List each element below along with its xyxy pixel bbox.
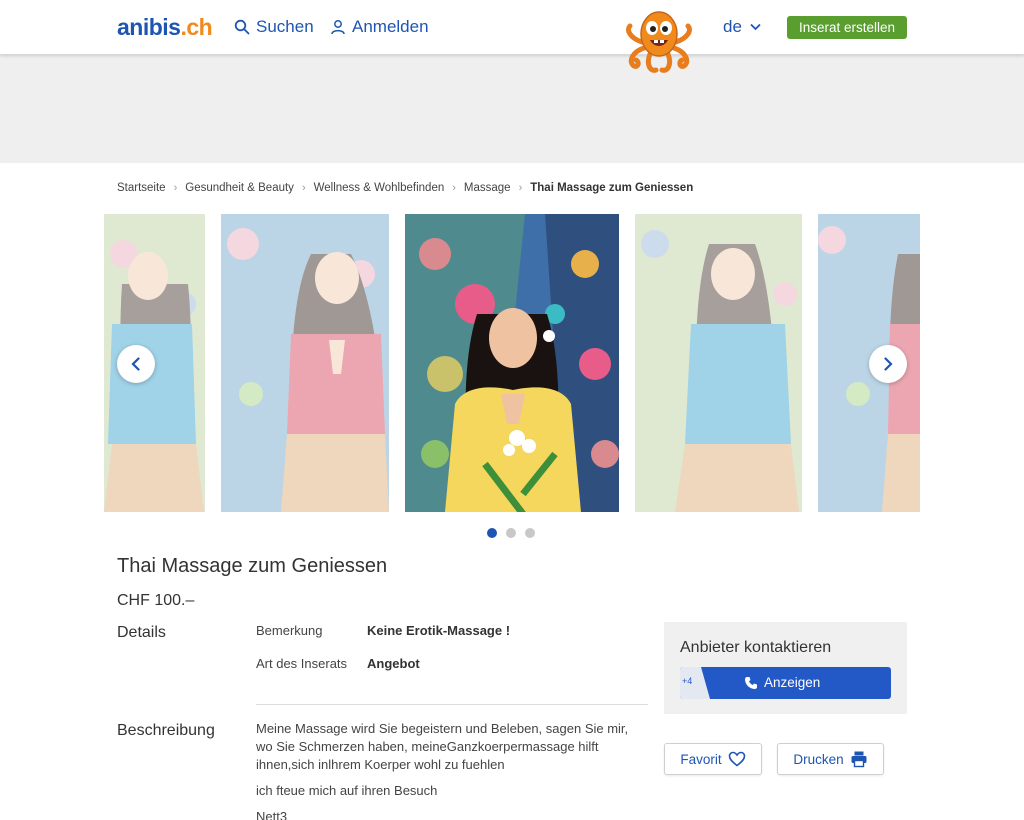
description-paragraph: Nett3 <box>256 809 288 820</box>
top-header: anibis.ch Suchen Anmelden de Inserat ers… <box>0 0 1024 55</box>
gallery-photo[interactable] <box>221 214 389 512</box>
print-button[interactable]: Drucken <box>777 743 884 775</box>
detail-key-remark: Bemerkung <box>256 623 323 638</box>
breadcrumb-home[interactable]: Startseite <box>117 182 166 194</box>
detail-value-listing-type: Angebot <box>367 656 420 671</box>
print-label: Drucken <box>793 751 844 767</box>
octopus-mascot-icon <box>626 11 692 73</box>
details-heading: Details <box>117 624 166 641</box>
description-heading: Beschreibung <box>117 722 215 739</box>
phone-number-peek-text: +4 <box>682 676 693 686</box>
search-label: Suchen <box>256 17 314 36</box>
contact-panel: Anbieter kontaktieren +4 Anzeigen <box>664 622 907 714</box>
breadcrumb-health-beauty[interactable]: Gesundheit & Beauty <box>185 182 294 194</box>
heart-icon <box>728 751 745 767</box>
chevron-right-icon <box>884 357 893 371</box>
phone-icon <box>745 676 757 689</box>
gallery-dot[interactable] <box>506 528 516 538</box>
breadcrumb-separator-icon: › <box>173 182 178 194</box>
breadcrumb-separator-icon: › <box>518 182 523 194</box>
gallery-next-button[interactable] <box>869 345 907 383</box>
detail-value-remark: Keine Erotik-Massage ! <box>367 623 511 638</box>
favorite-button[interactable]: Favorit <box>664 743 762 775</box>
gallery-dot[interactable] <box>525 528 535 538</box>
breadcrumb-separator-icon: › <box>452 182 456 194</box>
show-phone-label-wrap: Anzeigen <box>744 675 820 690</box>
gallery-photo[interactable] <box>635 214 802 512</box>
description-paragraph: Meine Massage wird Sie begeistern und Be… <box>256 721 629 772</box>
gallery-photo-active[interactable] <box>405 214 619 512</box>
breadcrumb-current: Thai Massage zum Geniessen <box>530 182 694 194</box>
login-label: Anmelden <box>352 17 429 36</box>
login-link[interactable]: Anmelden <box>330 17 429 37</box>
search-link[interactable]: Suchen <box>234 17 314 37</box>
printer-icon <box>851 751 867 768</box>
description-paragraph: ich fteue mich auf ihren Besuch <box>256 783 438 798</box>
photo-gallery <box>104 214 920 512</box>
listing-price: CHF 100.– <box>117 592 195 609</box>
gallery-prev-button[interactable] <box>117 345 155 383</box>
gallery-pagination <box>487 528 535 538</box>
contact-title: Anbieter kontaktieren <box>680 639 832 656</box>
chevron-left-icon <box>131 357 140 371</box>
search-icon <box>234 19 250 35</box>
language-value: de <box>723 17 742 36</box>
breadcrumb-massage[interactable]: Massage <box>464 182 511 194</box>
anibis-logo[interactable]: anibis.ch <box>117 14 213 41</box>
show-phone-button[interactable]: +4 Anzeigen <box>680 667 891 699</box>
breadcrumb: Startseite › Gesundheit & Beauty › Welln… <box>117 182 693 194</box>
listing-title: Thai Massage zum Geniessen <box>117 555 388 577</box>
detail-key-listing-type: Art des Inserats <box>256 656 348 671</box>
favorite-label: Favorit <box>680 751 722 767</box>
language-selector[interactable]: de <box>723 17 761 37</box>
create-listing-button[interactable]: Inserat erstellen <box>787 16 907 39</box>
show-phone-label: Anzeigen <box>764 675 821 690</box>
breadcrumb-wellness[interactable]: Wellness & Wohlbefinden <box>314 182 445 194</box>
gallery-dot-active[interactable] <box>487 528 497 538</box>
ad-banner-area <box>0 55 1024 163</box>
breadcrumb-separator-icon: › <box>301 182 306 194</box>
user-icon <box>331 20 345 35</box>
chevron-down-icon <box>750 23 761 31</box>
section-divider <box>256 704 648 705</box>
